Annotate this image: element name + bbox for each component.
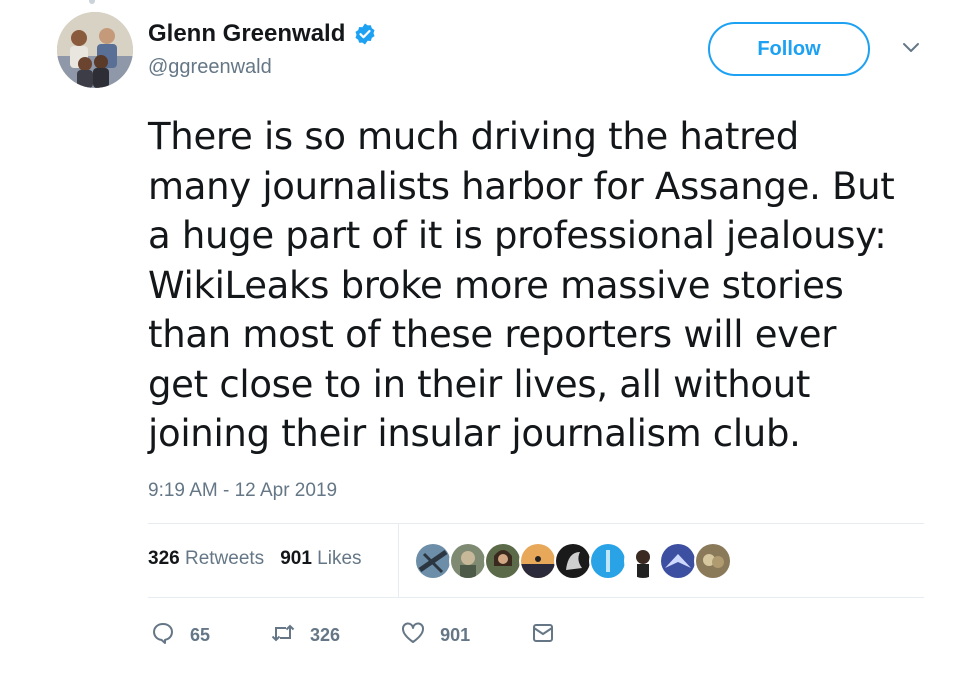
tweet-line: WikiLeaks broke more massive stories: [148, 263, 844, 307]
tweet-line: many journalists harbor for Assange. But: [148, 164, 895, 208]
liker-avatar[interactable]: [694, 542, 732, 580]
tweet-text: There is so much driving the hatred many…: [148, 112, 938, 459]
user-handle[interactable]: @ggreenwald: [148, 56, 272, 79]
like-count: 901: [440, 625, 471, 645]
direct-message-button[interactable]: [530, 620, 556, 651]
verified-badge-icon: [353, 22, 377, 46]
retweets-stat[interactable]: 326 Retweets: [148, 548, 264, 570]
follow-button[interactable]: Follow: [708, 22, 870, 76]
liker-avatar[interactable]: [519, 542, 557, 580]
retweet-icon: [270, 620, 296, 651]
user-name-row[interactable]: Glenn Greenwald: [148, 20, 377, 48]
reply-button[interactable]: 65: [150, 620, 210, 651]
retweets-count: 326: [148, 548, 180, 569]
liker-avatar[interactable]: [484, 542, 522, 580]
liker-avatar[interactable]: [589, 542, 627, 580]
avatar[interactable]: [57, 12, 133, 88]
liker-avatar[interactable]: [624, 542, 662, 580]
envelope-icon: [530, 620, 556, 651]
tweet-line: There is so much driving the hatred: [148, 115, 799, 158]
divider: [148, 597, 924, 598]
liker-avatar[interactable]: [449, 542, 487, 580]
tweet-line: joining their insular journalism club.: [148, 412, 801, 455]
liker-avatar[interactable]: [554, 542, 592, 580]
thread-connector: [89, 0, 95, 4]
heart-icon: [400, 620, 426, 651]
chevron-down-icon[interactable]: [900, 40, 922, 56]
likes-stat[interactable]: 901 Likes: [280, 548, 361, 570]
retweet-button[interactable]: 326: [270, 620, 340, 651]
reply-count: 65: [190, 625, 211, 645]
tweet-stats: 326 Retweets 901 Likes: [148, 548, 378, 570]
retweets-label: Retweets: [184, 548, 265, 569]
likes-count: 901: [280, 548, 312, 569]
tweet-card: Glenn Greenwald @ggreenwald Follow There…: [0, 0, 980, 679]
likes-label: Likes: [317, 548, 362, 569]
tweet-line: than most of these reporters will ever: [148, 313, 837, 356]
liker-avatar[interactable]: [659, 542, 697, 580]
divider: [148, 523, 924, 524]
like-button[interactable]: 901: [400, 620, 470, 651]
tweet-actions: 65 326 901: [150, 620, 616, 651]
retweet-count: 326: [310, 625, 341, 645]
tweet-line: get close to in their lives, all without: [148, 362, 811, 406]
liker-avatars: [414, 542, 732, 580]
stats-divider: [398, 523, 399, 597]
tweet-line: a huge part of it is professional jealou…: [148, 214, 887, 257]
liker-avatar[interactable]: [414, 542, 452, 580]
reply-icon: [150, 620, 176, 651]
user-name[interactable]: Glenn Greenwald: [148, 20, 345, 48]
tweet-timestamp[interactable]: 9:19 AM - 12 Apr 2019: [148, 480, 337, 502]
